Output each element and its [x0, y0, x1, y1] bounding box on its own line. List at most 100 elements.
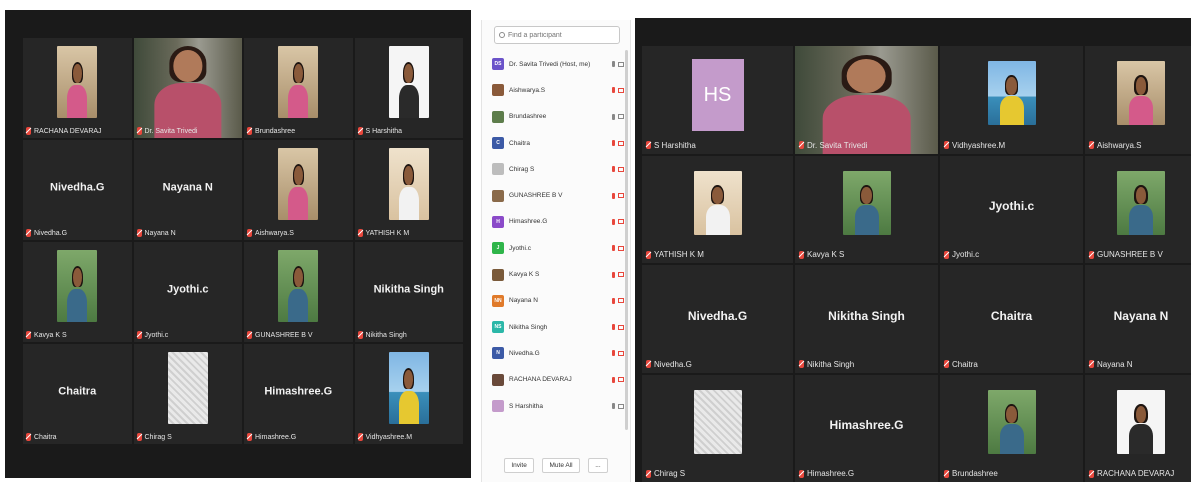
mic-icon[interactable]: [612, 113, 615, 120]
participant-tile[interactable]: Aishwarya.S: [1085, 46, 1191, 154]
video-off-icon[interactable]: [618, 193, 624, 199]
participant-list-item[interactable]: Kavya K S: [492, 261, 624, 287]
participant-tile[interactable]: Chirag S: [642, 374, 793, 482]
participant-tile[interactable]: Dr. Savita Trivedi: [795, 46, 938, 154]
video-off-icon[interactable]: [618, 272, 624, 278]
mute-all-button[interactable]: Mute All: [542, 457, 580, 473]
participant-tile[interactable]: Nivedha.G Nivedha.G: [642, 265, 793, 373]
mic-muted-icon[interactable]: [612, 166, 615, 173]
participant-display-name: Nayana N: [1113, 308, 1169, 323]
participant-name-label: Dr. Savita Trivedi: [136, 127, 197, 135]
video-off-icon[interactable]: [618, 377, 624, 383]
participant-tile[interactable]: Nivedha.G Nivedha.G: [23, 140, 132, 240]
participant-search-input[interactable]: [508, 31, 608, 39]
participant-list-item[interactable]: Aishwarya.S: [492, 77, 624, 103]
mic-muted-icon[interactable]: [612, 245, 615, 252]
participant-list-item[interactable]: DS Dr. Savita Trivedi (Host, me): [492, 51, 624, 77]
participant-tile[interactable]: RACHANA DEVARAJ: [23, 38, 132, 138]
mic-icon[interactable]: [612, 403, 615, 409]
participant-tile[interactable]: Chaitra Chaitra: [940, 265, 1083, 373]
participant-list-item[interactable]: Chirag S: [492, 156, 624, 182]
participant-list-item[interactable]: Brundashree: [492, 104, 624, 130]
participant-list-item[interactable]: C Chaitra: [492, 130, 624, 156]
video-off-icon[interactable]: [618, 87, 624, 93]
participant-tile[interactable]: Vidhyashree.M: [354, 344, 463, 444]
participant-tile[interactable]: Jyothi.c Jyothi.c: [133, 242, 242, 342]
participant-tile[interactable]: Chirag S: [133, 344, 242, 444]
participant-tile[interactable]: Brundashree: [244, 38, 353, 138]
participant-list-item[interactable]: NS Nikitha Singh: [492, 314, 624, 340]
participant-tile[interactable]: Kavya K S: [23, 242, 132, 342]
participant-tile[interactable]: Nikitha Singh Nikitha Singh: [354, 242, 463, 342]
participant-status-icons: [604, 350, 624, 357]
participant-tile[interactable]: HS S Harshitha: [642, 46, 793, 154]
mic-muted-icon[interactable]: [612, 192, 615, 199]
participant-name: YATHISH K M: [365, 229, 410, 237]
participant-tile[interactable]: Nayana N Nayana N: [1085, 265, 1191, 373]
participant-list-item[interactable]: H Himashree.G: [492, 209, 624, 235]
participant-name: Aishwarya.S: [1097, 140, 1142, 150]
participant-list-scrollbar[interactable]: [625, 50, 628, 430]
participant-tile[interactable]: Jyothi.c Jyothi.c: [940, 155, 1083, 263]
participant-name: S Harshitha: [365, 127, 403, 135]
participant-list-item[interactable]: GUNASHREE B V: [492, 182, 624, 208]
video-off-icon[interactable]: [618, 298, 624, 304]
participant-list-item[interactable]: NN Nayana N: [492, 288, 624, 314]
participant-list-item[interactable]: RACHANA DEVARAJ: [492, 367, 624, 393]
participant-list-item[interactable]: N Nivedha.G: [492, 340, 624, 366]
video-off-icon[interactable]: [618, 140, 624, 146]
mic-muted-icon[interactable]: [612, 376, 615, 383]
mic-muted-icon: [357, 127, 363, 135]
participant-search[interactable]: [494, 26, 620, 44]
person-body: [67, 84, 88, 118]
mic-muted-icon[interactable]: [612, 271, 615, 278]
participant-name-label: GUNASHREE B V: [247, 331, 313, 339]
mic-muted-icon[interactable]: [612, 324, 615, 331]
participant-tile[interactable]: YATHISH K M: [354, 140, 463, 240]
left-gallery-grid: RACHANA DEVARAJ Dr. Savita Trivedi Brundas…: [23, 38, 463, 444]
participant-display-name: Nikitha Singh: [373, 283, 444, 296]
mic-muted-icon[interactable]: [612, 218, 615, 225]
video-icon[interactable]: [618, 114, 624, 120]
participant-tile[interactable]: Chaitra Chaitra: [23, 344, 132, 444]
video-off-icon[interactable]: [618, 219, 624, 225]
video-off-icon[interactable]: [618, 245, 624, 251]
video-off-icon[interactable]: [618, 166, 624, 172]
participant-list-name: Nivedha.G: [509, 349, 540, 357]
participant-tile[interactable]: Vidhyashree.M: [940, 46, 1083, 154]
mic-muted-icon: [357, 331, 363, 339]
participant-name: GUNASHREE B V: [1097, 250, 1163, 259]
participant-name-label: Jyothi.c: [136, 331, 168, 339]
mic-muted-icon: [136, 433, 142, 441]
participant-tile[interactable]: Nayana N Nayana N: [133, 140, 242, 240]
participant-avatar: N: [492, 347, 504, 360]
participant-tile[interactable]: Himashree.G Himashree.G: [244, 344, 353, 444]
mic-muted-icon[interactable]: [612, 350, 615, 357]
mic-muted-icon[interactable]: [612, 297, 615, 304]
mic-icon[interactable]: [612, 61, 615, 68]
participant-list-item[interactable]: S Harshitha: [492, 393, 624, 419]
participant-tile[interactable]: YATHISH K M: [642, 155, 793, 263]
mic-muted-icon[interactable]: [612, 140, 615, 147]
participant-tile[interactable]: Kavya K S: [795, 155, 938, 263]
participant-tile[interactable]: GUNASHREE B V: [1085, 155, 1191, 263]
participant-list-item[interactable]: J Jyothi.c: [492, 235, 624, 261]
video-icon[interactable]: [618, 61, 624, 67]
mic-muted-icon: [944, 250, 949, 259]
participant-tile[interactable]: RACHANA DEVARAJ: [1085, 374, 1191, 482]
mic-muted-icon[interactable]: [612, 87, 615, 94]
participant-tile[interactable]: Aishwarya.S: [244, 140, 353, 240]
invite-button[interactable]: Invite: [504, 457, 534, 473]
participant-tile[interactable]: GUNASHREE B V: [244, 242, 353, 342]
video-icon[interactable]: [618, 403, 624, 409]
more-options-button[interactable]: ...: [588, 457, 608, 473]
participants-panel: DS Dr. Savita Trivedi (Host, me) Aishwarya…: [481, 20, 631, 482]
video-off-icon[interactable]: [618, 324, 624, 330]
participant-tile[interactable]: S Harshitha: [354, 38, 463, 138]
participant-name-label: Dr. Savita Trivedi: [799, 141, 867, 150]
video-off-icon[interactable]: [618, 350, 624, 356]
participant-tile[interactable]: Dr. Savita Trivedi: [133, 38, 242, 138]
participant-tile[interactable]: Brundashree: [940, 374, 1083, 482]
participant-tile[interactable]: Himashree.G Himashree.G: [795, 374, 938, 482]
participant-tile[interactable]: Nikitha Singh Nikitha Singh: [795, 265, 938, 373]
